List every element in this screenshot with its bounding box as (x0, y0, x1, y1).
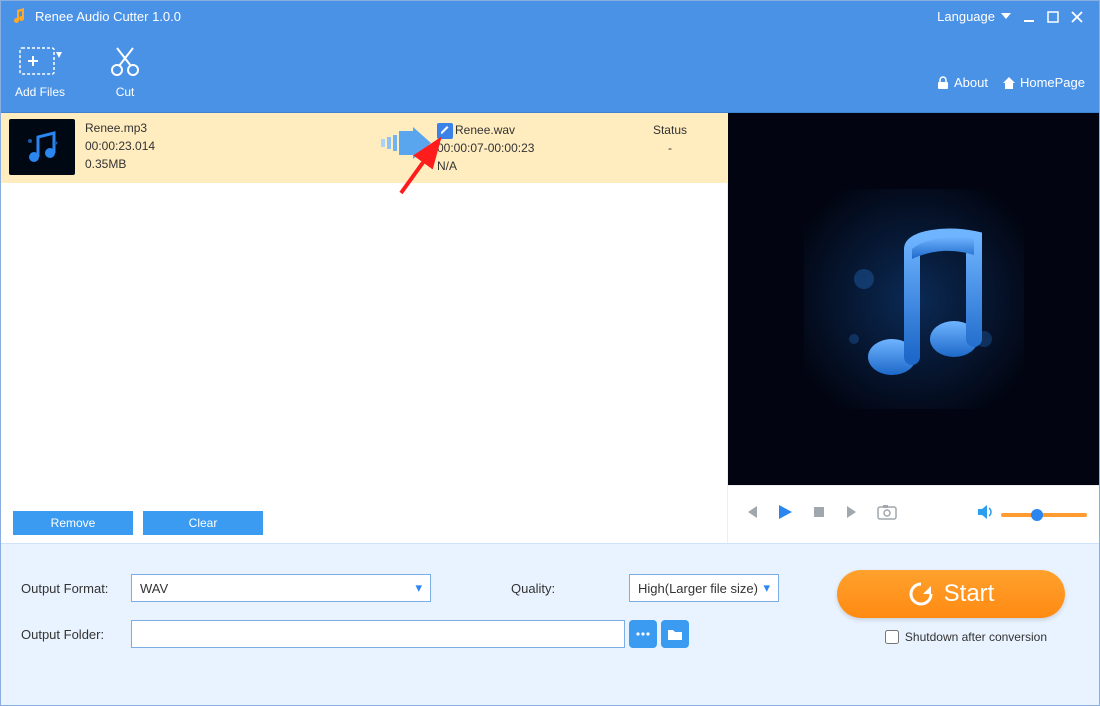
maximize-button[interactable] (1041, 8, 1065, 24)
add-files-icon (15, 41, 65, 81)
volume-icon[interactable] (977, 504, 995, 525)
output-folder-input[interactable] (131, 620, 625, 648)
output-filename: Renee.wav (455, 123, 515, 137)
edit-output-icon[interactable] (437, 123, 453, 139)
quality-select[interactable]: High(Larger file size) ▾ (629, 574, 779, 602)
lock-icon (936, 76, 950, 90)
app-logo-icon (11, 8, 27, 24)
start-label: Start (944, 580, 995, 608)
volume-slider[interactable] (1001, 513, 1087, 517)
output-format-select[interactable]: WAV ▾ (131, 574, 431, 602)
chevron-down-icon (1001, 13, 1011, 19)
start-button[interactable]: Start (837, 570, 1065, 618)
source-size: 0.35MB (85, 155, 155, 173)
homepage-link[interactable]: HomePage (1002, 75, 1085, 90)
cut-button[interactable]: Cut (107, 41, 143, 99)
close-button[interactable] (1065, 8, 1089, 24)
volume-slider-thumb[interactable] (1031, 509, 1043, 521)
titlebar: Renee Audio Cutter 1.0.0 Language (1, 1, 1099, 31)
about-link[interactable]: About (936, 75, 988, 90)
snapshot-button[interactable] (876, 504, 898, 525)
quality-label: Quality: (511, 581, 621, 596)
cut-label: Cut (107, 85, 143, 99)
output-format-label: Output Format: (21, 581, 131, 596)
play-button[interactable] (774, 503, 796, 526)
clear-button[interactable]: Clear (143, 511, 263, 535)
shutdown-label: Shutdown after conversion (905, 630, 1047, 644)
app-title: Renee Audio Cutter 1.0.0 (35, 9, 181, 24)
shutdown-checkbox-input[interactable] (885, 630, 899, 644)
prev-button[interactable] (740, 504, 762, 525)
media-player-controls (728, 485, 1099, 543)
file-list-panel: Renee.mp3 00:00:23.014 0.35MB Renee.wav (1, 113, 727, 543)
more-folder-button[interactable] (629, 620, 657, 648)
preview-panel (727, 113, 1099, 543)
add-files-button[interactable]: Add Files (15, 41, 65, 99)
status-header: Status (653, 121, 687, 139)
stop-button[interactable] (808, 505, 830, 524)
main-toolbar: Add Files Cut About HomePage (1, 31, 1099, 113)
file-list-empty-area (1, 183, 727, 503)
music-note-icon (22, 127, 62, 167)
source-filename: Renee.mp3 (85, 119, 155, 137)
language-menu[interactable]: Language (937, 9, 1011, 24)
browse-folder-button[interactable] (661, 620, 689, 648)
language-label: Language (937, 9, 995, 24)
output-settings-panel: Output Format: WAV ▾ Quality: High(Large… (1, 543, 1099, 705)
main-content: Renee.mp3 00:00:23.014 0.35MB Renee.wav (1, 113, 1099, 543)
quality-value: High(Larger file size) (638, 581, 758, 596)
add-files-label: Add Files (15, 85, 65, 99)
scissors-icon (107, 41, 143, 81)
output-folder-label: Output Folder: (21, 627, 131, 642)
chevron-down-icon: ▾ (415, 580, 422, 596)
output-format-value: WAV (140, 581, 168, 596)
status-value: - (653, 139, 687, 157)
preview-canvas (728, 113, 1099, 485)
output-extra: N/A (437, 157, 534, 175)
shutdown-checkbox[interactable]: Shutdown after conversion (885, 630, 1047, 644)
file-row[interactable]: Renee.mp3 00:00:23.014 0.35MB Renee.wav (1, 113, 727, 183)
conversion-arrow-icon (381, 127, 431, 159)
minimize-button[interactable] (1017, 8, 1041, 24)
music-note-large-icon (804, 189, 1024, 409)
next-button[interactable] (842, 504, 864, 525)
file-thumbnail (9, 119, 75, 175)
source-duration: 00:00:23.014 (85, 137, 155, 155)
ellipsis-icon (635, 629, 651, 639)
chevron-down-icon: ▾ (763, 580, 770, 596)
folder-icon (667, 627, 683, 641)
remove-button[interactable]: Remove (13, 511, 133, 535)
home-icon (1002, 76, 1016, 90)
output-range: 00:00:07-00:00:23 (437, 139, 534, 157)
refresh-icon (908, 581, 934, 607)
